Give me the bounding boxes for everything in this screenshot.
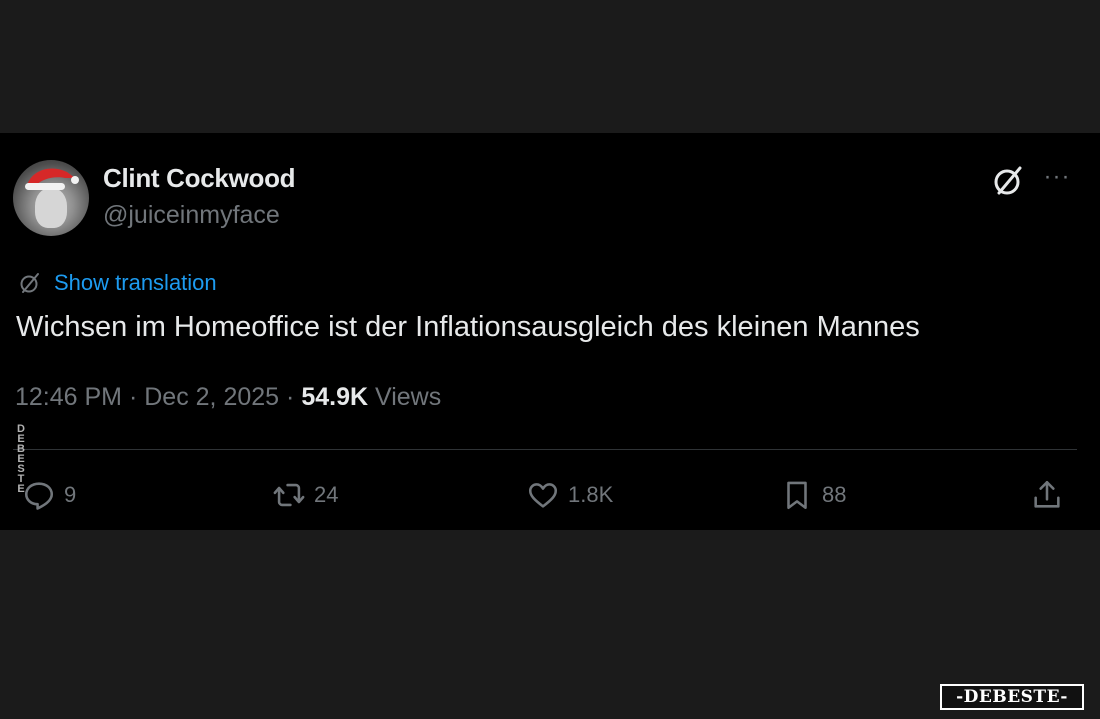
views-label[interactable]: Views: [375, 383, 441, 411]
like-count: 1.8K: [568, 482, 614, 507]
santa-hat-icon: [25, 168, 79, 190]
page: Clint Cockwood @juiceinmyface ··· Show t…: [0, 0, 1100, 719]
bookmark-icon: [787, 481, 807, 510]
tweet-date[interactable]: Dec 2, 2025: [144, 383, 279, 411]
reply-icon: [24, 482, 54, 510]
avatar-face: [35, 188, 67, 228]
bookmark-button[interactable]: 88: [780, 477, 846, 513]
share-icon: [1034, 480, 1060, 508]
grok-icon[interactable]: [991, 164, 1025, 198]
grok-translate-icon: [20, 273, 39, 293]
show-translation-link[interactable]: Show translation: [54, 270, 217, 296]
tweet-text: Wichsen im Homeoffice ist der Inflations…: [16, 311, 920, 343]
reply-button[interactable]: 9: [22, 477, 76, 513]
meta-separator: ·: [286, 383, 295, 411]
bookmark-count: 88: [822, 482, 847, 507]
display-name[interactable]: Clint Cockwood: [103, 163, 296, 194]
avatar[interactable]: [13, 160, 89, 236]
repost-icon: [273, 483, 305, 507]
tweet-time[interactable]: 12:46 PM: [15, 383, 122, 411]
heart-icon: [528, 483, 558, 508]
like-button[interactable]: 1.8K: [526, 477, 613, 513]
meta-separator: ·: [128, 383, 138, 411]
tweet-card: Clint Cockwood @juiceinmyface ··· Show t…: [0, 133, 1100, 530]
side-watermark: DEBESTE: [15, 423, 27, 493]
reply-count: 9: [64, 482, 77, 507]
views-count[interactable]: 54.9K: [301, 383, 368, 411]
divider: [13, 449, 1077, 450]
share-button[interactable]: [1030, 477, 1072, 513]
tweet-meta: 12:46 PM · Dec 2, 2025 · 54.9K Views: [15, 383, 441, 412]
watermark-logo: -DEBESTE-: [940, 684, 1084, 710]
repost-count: 24: [314, 482, 339, 507]
repost-button[interactable]: 24: [272, 477, 338, 513]
more-icon[interactable]: ···: [1040, 165, 1074, 191]
user-handle[interactable]: @juiceinmyface: [103, 201, 280, 230]
